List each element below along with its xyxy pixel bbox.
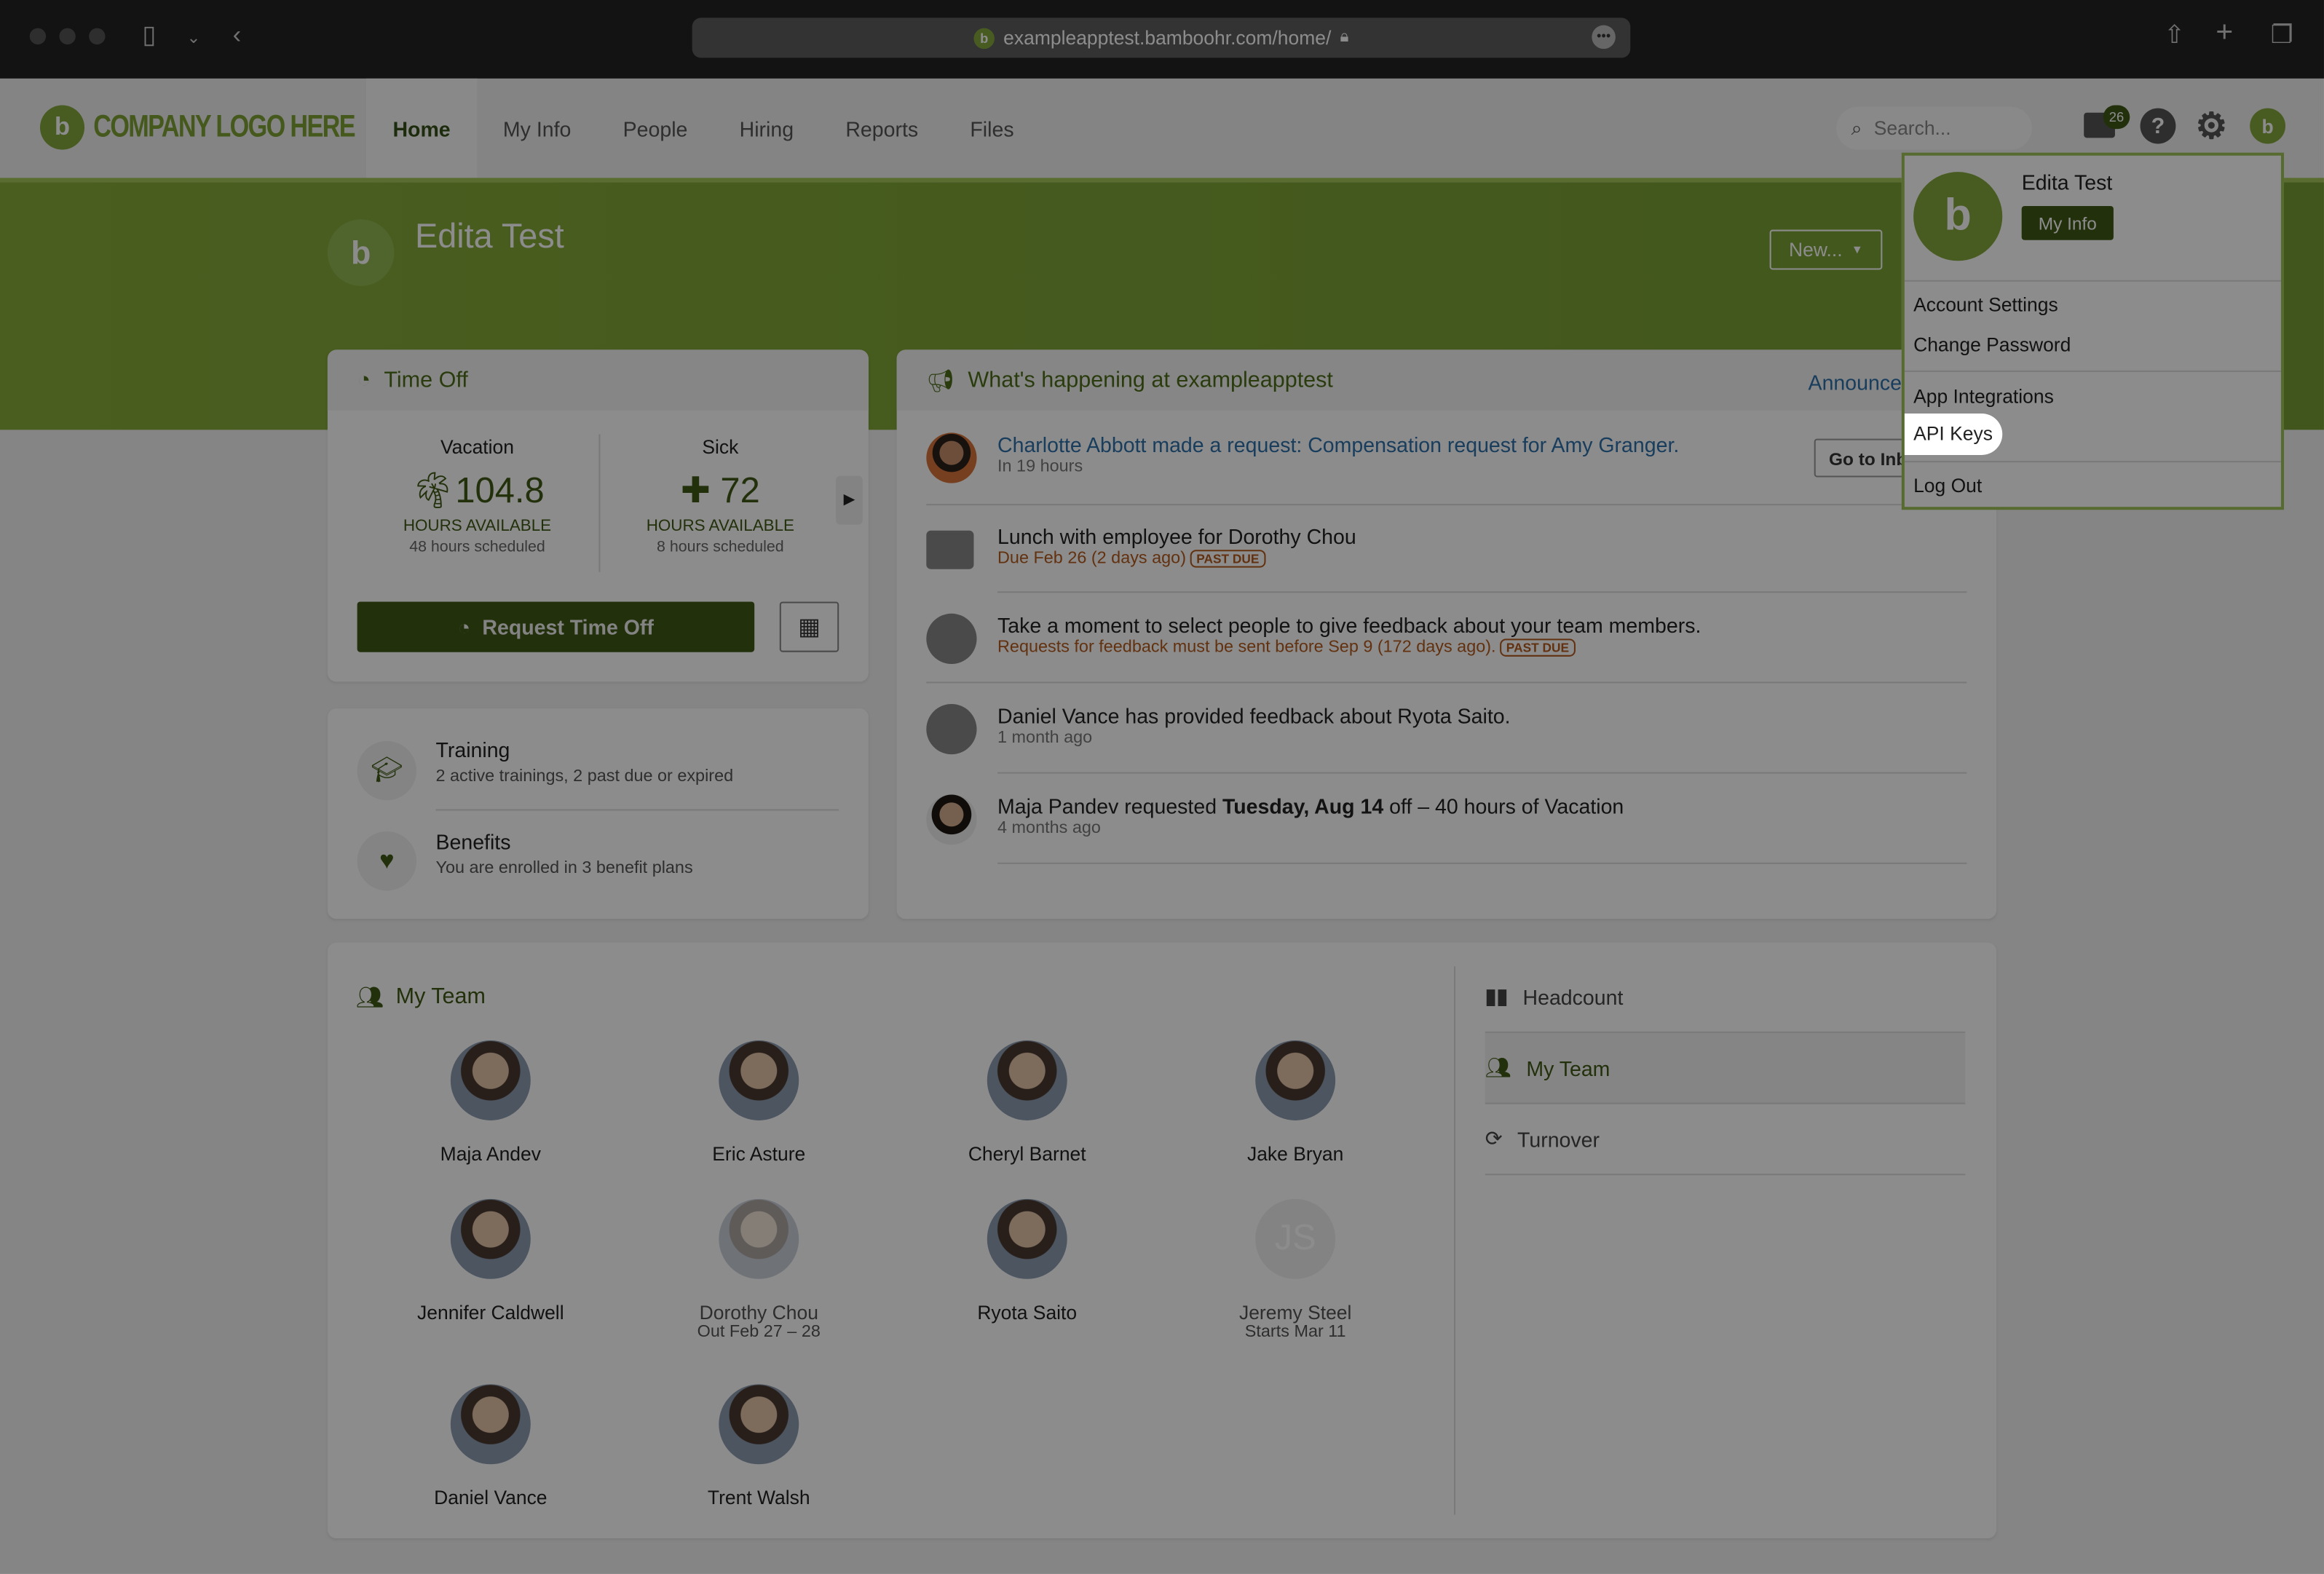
chevron-down-icon[interactable]: ⌄ bbox=[186, 28, 200, 47]
window-close-button[interactable] bbox=[29, 28, 47, 45]
url-text: exampleapptest.bamboohr.com/home/ bbox=[1003, 26, 1332, 50]
new-tab-icon[interactable]: + bbox=[2216, 16, 2233, 50]
share-icon[interactable]: ⇧ bbox=[2164, 20, 2185, 50]
address-bar[interactable]: b exampleapptest.bamboohr.com/home/ 🔒︎ bbox=[692, 17, 1631, 58]
dim-overlay bbox=[0, 78, 2324, 1574]
menu-api-keys[interactable]: API Keys bbox=[1904, 413, 2003, 455]
tabs-overview-icon[interactable]: ❐ bbox=[2271, 20, 2293, 50]
sidebar-toggle-icon[interactable]: ▯ bbox=[142, 20, 156, 50]
window-minimize-button[interactable] bbox=[59, 28, 76, 45]
site-favicon-icon: b bbox=[973, 27, 995, 49]
back-icon[interactable]: ‹ bbox=[233, 20, 242, 50]
window-zoom-button[interactable] bbox=[89, 28, 106, 45]
lock-icon: 🔒︎ bbox=[1340, 28, 1349, 47]
more-icon[interactable]: ••• bbox=[1592, 25, 1616, 50]
